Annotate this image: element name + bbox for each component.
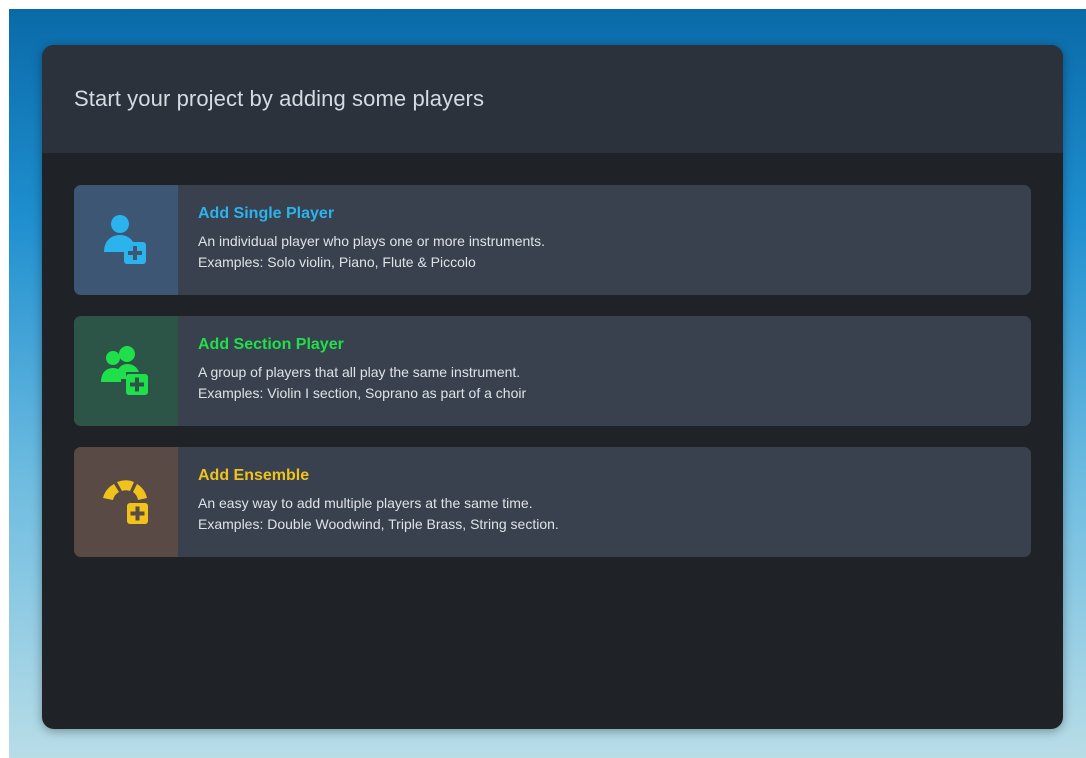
single-player-text: Add Single Player An individual player w… bbox=[178, 185, 545, 295]
add-players-dialog: Start your project by adding some player… bbox=[42, 45, 1063, 729]
ensemble-text: Add Ensemble An easy way to add multiple… bbox=[178, 447, 559, 557]
single-player-add-icon bbox=[104, 215, 146, 264]
ensemble-tile bbox=[74, 447, 178, 557]
section-player-title: Add Section Player bbox=[198, 336, 344, 353]
section-player-examples: Examples: Violin I section, Soprano as p… bbox=[198, 385, 527, 401]
single-player-examples: Examples: Solo violin, Piano, Flute & Pi… bbox=[198, 254, 476, 270]
dialog-header: Start your project by adding some player… bbox=[42, 45, 1063, 153]
ensemble-description: An easy way to add multiple players at t… bbox=[198, 495, 533, 511]
add-single-player-button[interactable]: Add Single Player An individual player w… bbox=[74, 185, 1031, 295]
ensemble-examples: Examples: Double Woodwind, Triple Brass,… bbox=[198, 516, 559, 532]
player-options-list: Add Single Player An individual player w… bbox=[74, 185, 1031, 578]
screen: Start your project by adding some player… bbox=[0, 0, 1086, 758]
section-player-tile bbox=[74, 316, 178, 426]
section-player-add-icon bbox=[101, 346, 148, 395]
ensemble-title: Add Ensemble bbox=[198, 467, 310, 484]
ensemble-add-icon bbox=[103, 480, 148, 524]
section-player-text: Add Section Player A group of players th… bbox=[178, 316, 526, 426]
add-section-player-button[interactable]: Add Section Player A group of players th… bbox=[74, 316, 1031, 426]
single-player-title: Add Single Player bbox=[198, 205, 335, 222]
add-ensemble-button[interactable]: Add Ensemble An easy way to add multiple… bbox=[74, 447, 1031, 557]
dialog-title: Start your project by adding some player… bbox=[74, 86, 485, 111]
single-player-tile bbox=[74, 185, 178, 295]
section-player-description: A group of players that all play the sam… bbox=[198, 364, 521, 380]
single-player-description: An individual player who plays one or mo… bbox=[198, 233, 546, 249]
